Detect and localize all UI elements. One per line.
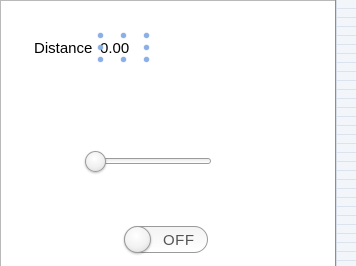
slider-track[interactable] — [91, 158, 211, 164]
slider-thumb[interactable] — [85, 151, 106, 172]
selection-handle-bottom-right[interactable] — [144, 57, 149, 62]
selection-handle-left[interactable] — [98, 45, 103, 50]
distance-slider[interactable] — [85, 151, 213, 173]
distance-value-field[interactable]: 0.00 — [98, 33, 149, 63]
switch-state-label: OFF — [163, 232, 195, 249]
on-off-switch[interactable]: OFF — [124, 226, 208, 253]
distance-value: 0.00 — [100, 40, 130, 57]
selection-handle-right[interactable] — [144, 45, 149, 50]
selection-handle-bottom[interactable] — [121, 57, 126, 62]
selection-handle-top-right[interactable] — [144, 33, 149, 38]
design-canvas: Distance 0.00 OFF — [1, 1, 335, 266]
ruled-gutter — [336, 0, 356, 266]
selection-handle-top-left[interactable] — [98, 33, 103, 38]
distance-label: Distance — [34, 40, 93, 57]
selection-handle-bottom-left[interactable] — [98, 57, 103, 62]
selection-handle-top[interactable] — [121, 33, 126, 38]
switch-knob[interactable] — [124, 226, 151, 253]
